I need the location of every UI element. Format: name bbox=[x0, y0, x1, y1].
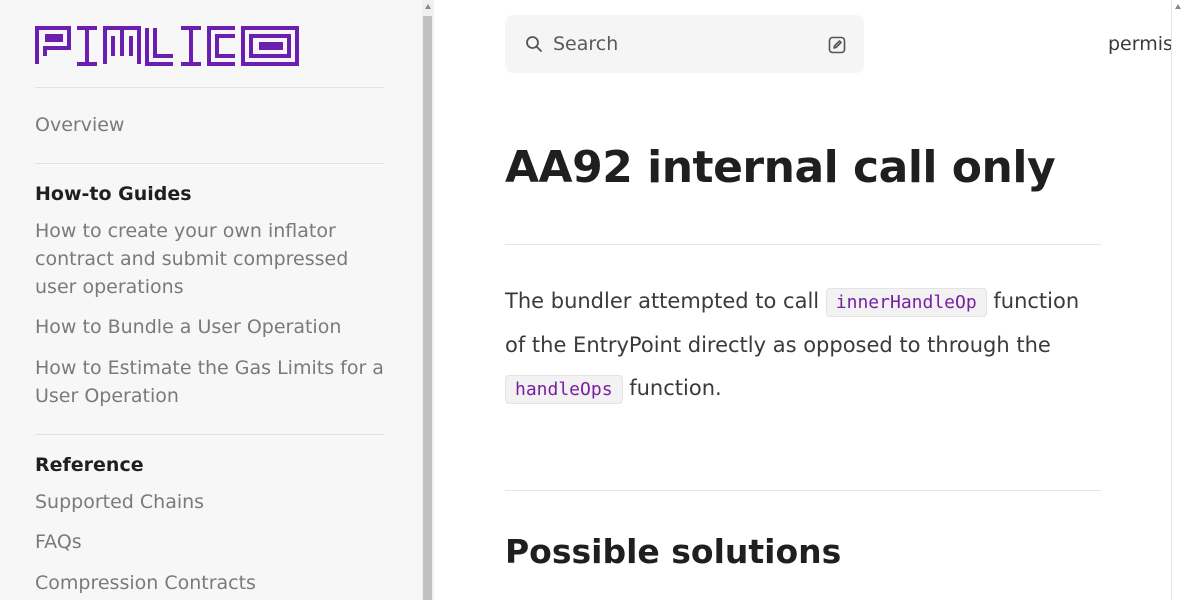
page-title: AA92 internal call only bbox=[505, 142, 1056, 193]
sidebar-item-faqs[interactable]: FAQs bbox=[35, 528, 390, 556]
sidebar-heading-how-to-guides: How-to Guides bbox=[35, 183, 192, 205]
inline-code-handleops: handleOps bbox=[505, 375, 623, 404]
sidebar-heading-reference: Reference bbox=[35, 454, 144, 476]
scroll-up-arrow-icon[interactable] bbox=[1175, 4, 1181, 9]
paragraph-text: The bundler attempted to call bbox=[505, 289, 826, 313]
content-divider bbox=[505, 244, 1101, 245]
sidebar-item-estimate-gas-guide[interactable]: How to Estimate the Gas Limits for a Use… bbox=[35, 354, 390, 410]
section-heading-possible-solutions: Possible solutions bbox=[505, 532, 842, 571]
sidebar-scrollbar-thumb[interactable] bbox=[423, 16, 432, 600]
sidebar-divider bbox=[35, 163, 384, 164]
sidebar-item-supported-chains[interactable]: Supported Chains bbox=[35, 488, 390, 516]
content-divider bbox=[505, 490, 1101, 491]
sidebar-item-bundle-guide[interactable]: How to Bundle a User Operation bbox=[35, 313, 390, 341]
edit-icon[interactable] bbox=[828, 36, 846, 54]
sidebar: Overview How-to Guides How to create you… bbox=[0, 0, 422, 600]
sidebar-divider bbox=[35, 434, 384, 435]
error-description: The bundler attempted to call innerHandl… bbox=[505, 280, 1105, 411]
pimlico-logo[interactable] bbox=[35, 26, 299, 66]
main-scrollbar[interactable] bbox=[1171, 0, 1186, 600]
inline-code-innerhandleop: innerHandleOp bbox=[825, 288, 987, 317]
sidebar-divider bbox=[35, 87, 384, 88]
search-icon bbox=[526, 36, 542, 52]
search-placeholder: Search bbox=[553, 33, 619, 55]
search-input[interactable]: Search bbox=[505, 15, 864, 73]
scroll-up-arrow-icon[interactable] bbox=[425, 4, 431, 9]
sidebar-item-inflator-guide[interactable]: How to create your own inflator contract… bbox=[35, 217, 390, 301]
paragraph-text: function. bbox=[622, 376, 722, 400]
sidebar-item-overview[interactable]: Overview bbox=[35, 111, 390, 139]
sidebar-item-compression-contracts[interactable]: Compression Contracts bbox=[35, 569, 390, 597]
top-nav-link[interactable]: permis bbox=[1108, 31, 1173, 57]
